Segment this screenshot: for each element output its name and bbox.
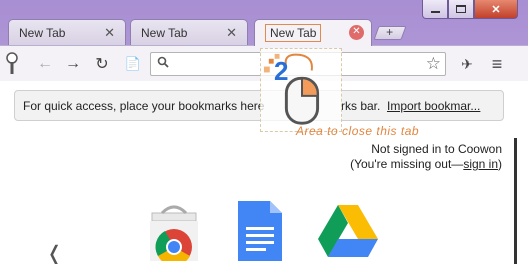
tab-1[interactable]: New Tab ✕ (8, 19, 126, 45)
tab-close-icon[interactable]: ✕ (226, 25, 237, 41)
tutorial-caption: Area to close this tab (296, 124, 420, 138)
bookmarks-message: For quick access, place your bookmarks h… (23, 98, 265, 113)
bookmarks-message-tail: rks bar. (341, 99, 381, 113)
signin-status: Not signed in to Coowon (You're missing … (350, 142, 502, 172)
window-controls: ✕ (422, 0, 518, 19)
import-bookmarks-link[interactable]: Import bookmar... (387, 99, 480, 113)
tab-title: New Tab (265, 24, 322, 42)
menu-icon[interactable]: ≡ (486, 53, 508, 75)
tab-2[interactable]: New Tab ✕ (130, 19, 248, 45)
minimize-button[interactable] (422, 0, 448, 19)
reload-button[interactable]: ↻ (91, 53, 113, 75)
forward-button[interactable]: → (62, 53, 84, 75)
new-tab-button[interactable]: + (373, 25, 407, 40)
page-icon[interactable]: 📄 (122, 53, 144, 75)
signin-prefix: (You're missing out— (350, 157, 464, 171)
tutorial-step-number: 2 (274, 56, 289, 86)
drive-icon[interactable] (318, 203, 378, 263)
minimize-icon (430, 11, 440, 13)
tab-title: New Tab (19, 25, 66, 40)
tab-close-icon[interactable]: ✕ (104, 25, 115, 41)
extension-icon[interactable]: ✈ (456, 53, 478, 75)
mouse-click-tutorial-icon (260, 48, 342, 132)
search-icon (157, 56, 169, 71)
star-icon[interactable]: ☆ (426, 54, 441, 74)
signin-line1: Not signed in to Coowon (371, 142, 502, 156)
web-store-icon[interactable] (144, 201, 204, 261)
tab-close-icon-highlighted[interactable]: ✕ (349, 25, 364, 40)
browser-window: ✕ New Tab ✕ New Tab ✕ New Tab ✕ + ← → ↻ … (0, 0, 528, 264)
scrollbar[interactable] (514, 138, 517, 264)
docs-icon[interactable] (230, 201, 290, 261)
pin-icon (6, 52, 18, 74)
maximize-icon (456, 5, 466, 13)
signin-suffix: ) (498, 157, 502, 171)
plus-icon: + (386, 25, 394, 39)
back-button[interactable]: ← (34, 53, 56, 75)
signin-line2: (You're missing out—sign in) (350, 157, 502, 172)
bookmarks-bar-prompt: For quick access, place your bookmarks h… (14, 90, 504, 121)
maximize-button[interactable] (448, 0, 474, 19)
close-window-button[interactable]: ✕ (474, 0, 518, 19)
tab-title: New Tab (141, 25, 188, 40)
sign-in-link[interactable]: sign in (463, 157, 498, 171)
close-icon: ✕ (491, 3, 501, 16)
prev-page-arrow-icon[interactable]: ❬ (46, 241, 63, 264)
